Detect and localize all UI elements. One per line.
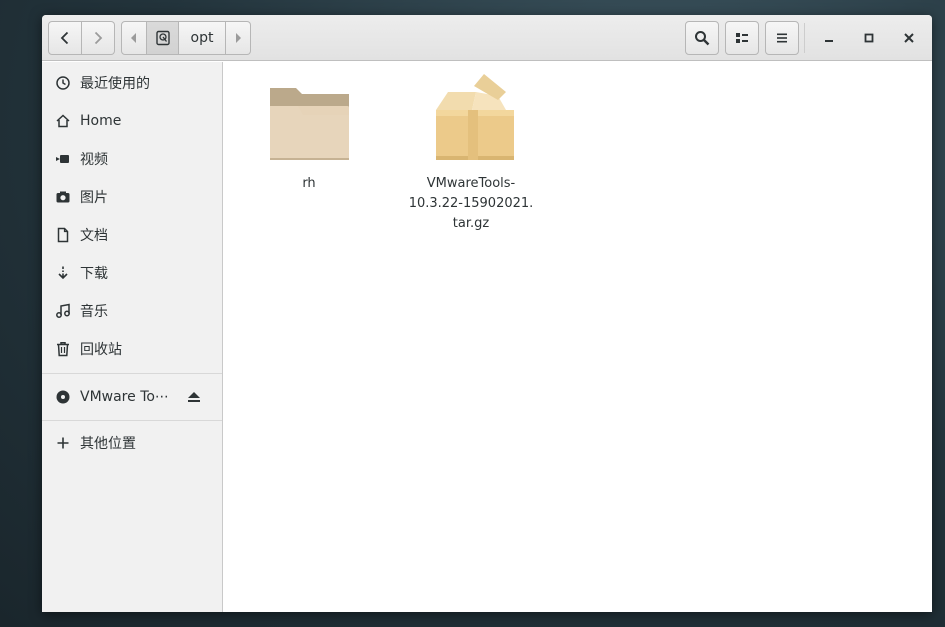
package-box-icon (436, 74, 514, 160)
menu-button[interactable] (765, 21, 799, 55)
file-name-line: 10.3.22-15902021. (408, 196, 534, 211)
triangle-left-icon (131, 33, 136, 43)
file-manager-window: opt 最近使用的 Home 视频 图片 文档 下载 音乐 回收站 VMware… (42, 15, 932, 612)
sidebar-item-pictures[interactable]: 图片 (42, 179, 222, 215)
sidebar-item-recent[interactable]: 最近使用的 (42, 65, 222, 101)
path-segment-opt[interactable]: opt (179, 21, 226, 55)
file-name: VMwareTools- 10.3.22-15902021. tar.gz (409, 174, 534, 234)
music-icon (55, 303, 71, 319)
sidebar-item-label: VMware To⋯ (80, 389, 169, 405)
sidebar: 最近使用的 Home 视频 图片 文档 下载 音乐 回收站 VMware To⋯… (42, 62, 223, 612)
file-name: rh (302, 176, 316, 191)
path-current-label: opt (190, 30, 214, 46)
path-root-button[interactable] (147, 21, 179, 55)
file-name-line: tar.gz (452, 216, 490, 231)
trash-icon (55, 341, 71, 357)
list-view-icon (736, 33, 748, 43)
sidebar-item-label: 最近使用的 (80, 76, 150, 92)
hamburger-menu-icon (777, 33, 787, 43)
sidebar-item-documents[interactable]: 文档 (42, 217, 222, 253)
file-view: rh VMwareTools- 10.3.22-15902021. tar.gz (224, 62, 932, 612)
download-icon (55, 265, 71, 281)
search-button[interactable] (685, 21, 719, 55)
sidebar-item-label: Home (80, 113, 122, 129)
plus-icon (55, 435, 71, 451)
file-item-folder[interactable]: rh (264, 80, 354, 194)
sidebar-item-trash[interactable]: 回收站 (42, 331, 222, 367)
sidebar-item-label: 文档 (80, 228, 108, 244)
minimize-icon (825, 40, 833, 42)
disc-icon (55, 389, 71, 405)
sidebar-divider (42, 420, 222, 421)
sidebar-divider (42, 373, 222, 374)
search-icon (695, 31, 710, 46)
headerbar: opt (42, 15, 932, 61)
back-button[interactable] (48, 21, 82, 55)
folder-icon (270, 88, 349, 160)
eject-icon[interactable] (186, 389, 202, 405)
sidebar-item-downloads[interactable]: 下载 (42, 255, 222, 291)
sidebar-item-label: 图片 (80, 190, 108, 206)
chevron-left-icon (60, 31, 69, 45)
sidebar-item-music[interactable]: 音乐 (42, 293, 222, 329)
camera-icon (55, 189, 71, 205)
sidebar-item-videos[interactable]: 视频 (42, 141, 222, 177)
video-icon (55, 151, 71, 167)
file-item-archive[interactable]: VMwareTools- 10.3.22-15902021. tar.gz (404, 72, 538, 234)
sidebar-item-label: 视频 (80, 152, 108, 168)
clock-icon (55, 75, 71, 91)
maximize-icon (864, 33, 874, 43)
sidebar-item-label: 下载 (80, 266, 108, 282)
triangle-right-icon (236, 33, 241, 43)
drive-icon (155, 30, 170, 46)
close-icon (904, 33, 914, 43)
path-scroll-right-button[interactable] (226, 21, 251, 55)
sidebar-item-label: 回收站 (80, 342, 122, 358)
chevron-right-icon (94, 31, 103, 45)
close-button[interactable] (892, 21, 926, 55)
home-icon (55, 113, 71, 129)
file-name-line: VMwareTools- (426, 176, 516, 191)
sidebar-item-label: 其他位置 (80, 436, 136, 452)
view-mode-button[interactable] (725, 21, 759, 55)
sidebar-item-vmware-tools-disc[interactable]: VMware To⋯ (42, 379, 222, 415)
headerbar-separator (804, 23, 805, 53)
sidebar-item-label: 音乐 (80, 304, 108, 320)
document-icon (55, 227, 71, 243)
sidebar-item-home[interactable]: Home (42, 103, 222, 139)
path-scroll-left-button[interactable] (121, 21, 147, 55)
maximize-button[interactable] (852, 21, 886, 55)
forward-button[interactable] (82, 21, 115, 55)
sidebar-item-other-locations[interactable]: 其他位置 (42, 425, 222, 461)
minimize-button[interactable] (812, 21, 846, 55)
